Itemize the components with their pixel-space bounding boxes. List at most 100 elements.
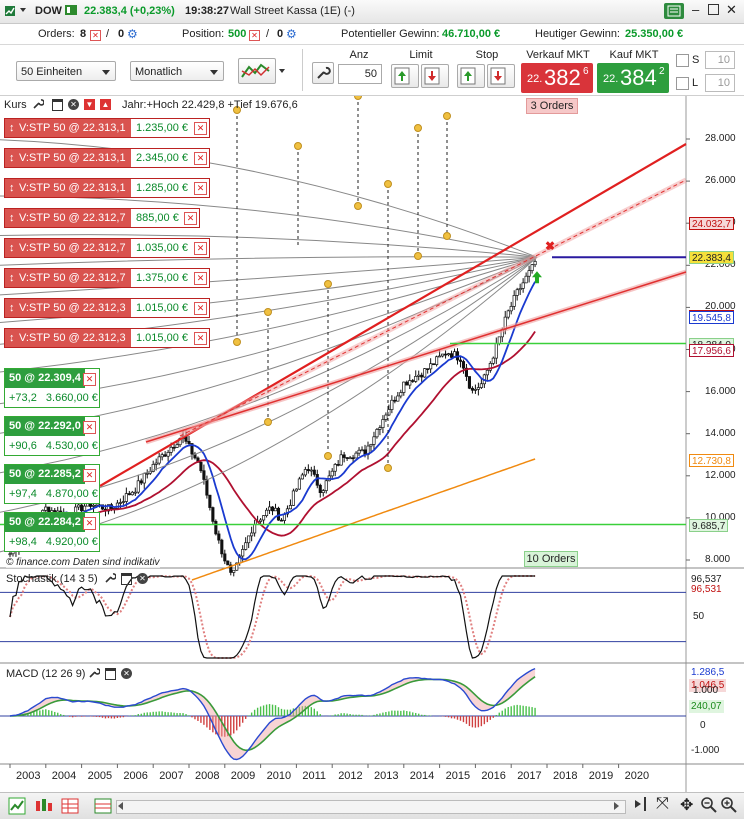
- position-close-icon[interactable]: ✕: [83, 373, 96, 386]
- position-card[interactable]: 50 @ 22.292,0 ✕ +90,6 4.530,00 €: [4, 416, 100, 456]
- period-select[interactable]: Monatlich: [130, 61, 224, 81]
- stop-checkbox[interactable]: [676, 54, 689, 67]
- minimize-icon[interactable]: –: [692, 2, 699, 17]
- gear-icon[interactable]: ⚙: [127, 27, 138, 41]
- candle-body: [205, 479, 209, 496]
- drag-handle-icon[interactable]: ↕: [9, 209, 15, 227]
- candle-body: [139, 480, 143, 484]
- maximize-icon[interactable]: [708, 4, 719, 15]
- close-icon[interactable]: ✕: [726, 2, 737, 18]
- candle-body: [414, 376, 418, 382]
- qty-input[interactable]: 50: [338, 64, 382, 84]
- sell-market-button[interactable]: 22. 382 6: [521, 63, 593, 93]
- position-gear-icon[interactable]: ⚙: [286, 27, 297, 41]
- stochastic-window-icon[interactable]: [121, 573, 132, 585]
- macd-close-icon[interactable]: ✕: [121, 668, 132, 679]
- stop-order-cancel-icon[interactable]: ✕: [194, 152, 207, 165]
- zoom-out-icon[interactable]: [700, 796, 718, 817]
- position-close-icon[interactable]: ✕: [249, 29, 260, 41]
- candle-body: [145, 472, 149, 475]
- drag-handle-icon[interactable]: ↕: [9, 179, 15, 197]
- chart-canvas[interactable]: ✖: [0, 96, 744, 792]
- macd-wrench-icon[interactable]: [88, 667, 101, 682]
- candles-icon[interactable]: [33, 797, 53, 818]
- chart-status-bar: ⤧ ✥: [0, 792, 744, 819]
- stop-order-cancel-icon[interactable]: ✕: [194, 302, 207, 315]
- candle-body: [491, 357, 495, 364]
- stop-order-row[interactable]: ↕ V:STP 50 @ 22.312,7 885,00 € ✕: [4, 208, 200, 228]
- stochastic-wrench-icon[interactable]: [104, 572, 117, 587]
- time-scrollbar[interactable]: [116, 800, 626, 814]
- drag-handle-icon[interactable]: ↕: [9, 239, 15, 257]
- time-axis-tick: 2019: [588, 770, 614, 782]
- stop-order-row[interactable]: ↕ V:STP 50 @ 22.312,7 1.375,00 € ✕: [4, 268, 210, 288]
- position-card[interactable]: 50 @ 22.284,2 ✕ +98,4 4.920,00 €: [4, 512, 100, 552]
- bottom-orders-badge[interactable]: 10 Orders: [524, 551, 578, 567]
- stop-order-cancel-icon[interactable]: ✕: [194, 242, 207, 255]
- zoom-fit-icon[interactable]: ⤧: [656, 795, 669, 813]
- panel-window-icon[interactable]: [52, 99, 63, 111]
- instrument-menu-icon[interactable]: [4, 5, 16, 20]
- stop-buy-button[interactable]: [457, 64, 485, 88]
- candle-body: [187, 441, 191, 444]
- stop-order-row[interactable]: ↕ V:STP 50 @ 22.312,7 1.035,00 € ✕: [4, 238, 210, 258]
- drag-handle-icon[interactable]: ↕: [9, 149, 15, 167]
- stop-order-amount: 885,00 €: [136, 212, 179, 224]
- stop-order-cancel-icon[interactable]: ✕: [194, 272, 207, 285]
- limit-checkbox[interactable]: [676, 77, 689, 90]
- stop-order-cancel-icon[interactable]: ✕: [184, 212, 197, 225]
- drag-handle-icon[interactable]: ↕: [9, 119, 15, 137]
- macd-window-icon[interactable]: [105, 668, 116, 680]
- wrench-button[interactable]: [312, 62, 334, 84]
- limit-sell-button[interactable]: [421, 64, 449, 88]
- limit-distance-input[interactable]: 10: [705, 74, 735, 92]
- stop-order-row[interactable]: ↕ V:STP 50 @ 22.313,1 1.285,00 € ✕: [4, 178, 210, 198]
- stop-order-row[interactable]: ↕ V:STP 50 @ 22.313,1 2.345,00 € ✕: [4, 148, 210, 168]
- drag-handle-icon[interactable]: ↕: [9, 329, 15, 347]
- stop-sell-icon: [490, 67, 506, 85]
- orders-cancel-icon[interactable]: ✕: [90, 29, 101, 41]
- panel-close-icon[interactable]: ✕: [68, 99, 79, 110]
- position-card[interactable]: 50 @ 22.309,4 ✕ +73,2 3.660,00 €: [4, 368, 100, 408]
- stop-sell-button[interactable]: [487, 64, 515, 88]
- zoom-in-icon[interactable]: [720, 796, 738, 817]
- candle-body: [405, 381, 409, 386]
- position-close-icon[interactable]: ✕: [83, 421, 96, 434]
- position-card[interactable]: 50 @ 22.285,2 ✕ +97,4 4.870,00 €: [4, 464, 100, 504]
- calculator-icon[interactable]: [664, 3, 684, 19]
- buy-market-button[interactable]: 22. 384 2: [597, 63, 669, 93]
- candle-body: [479, 383, 483, 388]
- units-select[interactable]: 50 Einheiten: [16, 61, 116, 81]
- stochastic-close-icon[interactable]: ✕: [137, 573, 148, 584]
- export-icon[interactable]: [94, 797, 112, 818]
- stop-order-row[interactable]: ↕ V:STP 50 @ 22.313,1 1.235,00 € ✕: [4, 118, 210, 138]
- candle-body: [470, 387, 474, 391]
- candle-body: [265, 509, 269, 516]
- drag-handle-icon[interactable]: ↕: [9, 269, 15, 287]
- stop-order-cancel-icon[interactable]: ✕: [194, 332, 207, 345]
- stop-distance-input[interactable]: 10: [705, 51, 735, 69]
- scroll-to-end-icon[interactable]: [634, 797, 646, 811]
- chart-type-icon[interactable]: [8, 797, 26, 818]
- panel-wrench-icon[interactable]: [32, 98, 45, 113]
- table-icon[interactable]: [61, 797, 79, 818]
- position-close-icon[interactable]: ✕: [83, 469, 96, 482]
- indicator-button[interactable]: [238, 58, 276, 84]
- panel-up-icon[interactable]: ▲: [100, 99, 111, 110]
- limit-buy-button[interactable]: [391, 64, 419, 88]
- scroll-right-icon[interactable]: [614, 802, 619, 810]
- indicator-dropdown-icon[interactable]: [279, 69, 285, 73]
- top-orders-badge[interactable]: 3 Orders: [526, 98, 578, 114]
- position-close-icon[interactable]: ✕: [83, 517, 96, 530]
- stop-order-row[interactable]: ↕ V:STP 50 @ 22.312,3 1.015,00 € ✕: [4, 298, 210, 318]
- instrument-dropdown-icon[interactable]: [20, 8, 26, 12]
- scroll-left-icon[interactable]: [118, 802, 123, 810]
- drag-handle-icon[interactable]: ↕: [9, 299, 15, 317]
- stop-order-cancel-icon[interactable]: ✕: [194, 182, 207, 195]
- panel-down-icon[interactable]: ▼: [84, 99, 95, 110]
- sell-marker-icon: ✖: [545, 239, 555, 253]
- stop-order-cancel-icon[interactable]: ✕: [194, 122, 207, 135]
- stop-order-label: ↕ V:STP 50 @ 22.312,7: [5, 239, 131, 257]
- pan-icon[interactable]: ✥: [680, 795, 693, 815]
- stop-order-row[interactable]: ↕ V:STP 50 @ 22.312,3 1.015,00 € ✕: [4, 328, 210, 348]
